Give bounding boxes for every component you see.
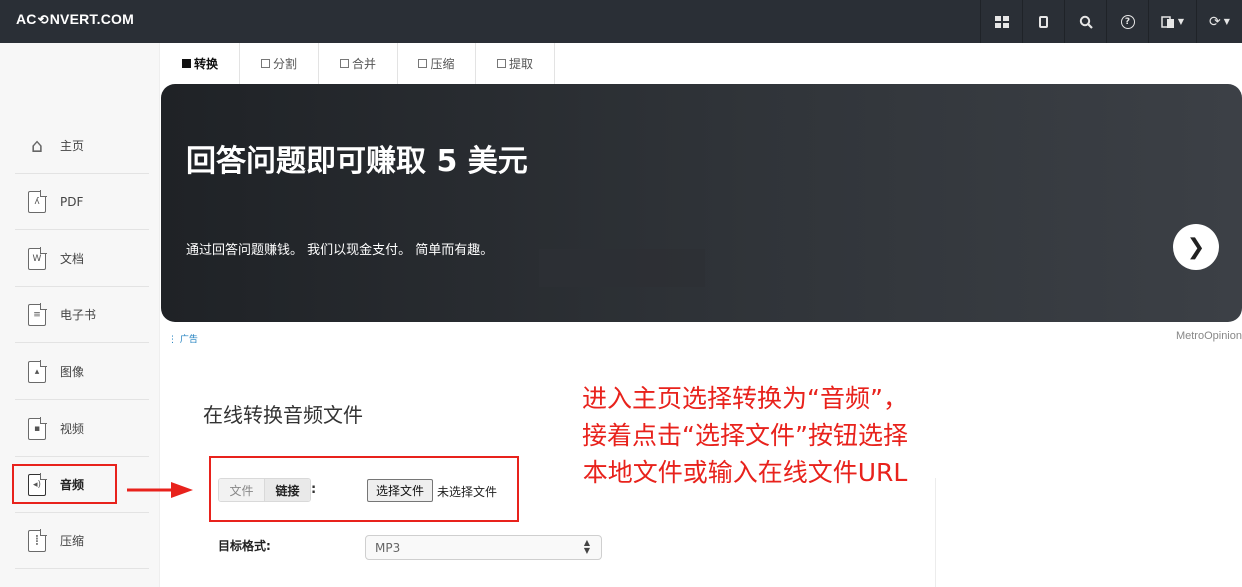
sidebar-item-label: 压缩 — [60, 534, 85, 548]
card-divider — [935, 478, 936, 587]
tab-split[interactable]: 分割 — [240, 43, 319, 84]
search-icon[interactable] — [1064, 0, 1106, 43]
annotation-line: 接着点击“选择文件”按钮选择 — [582, 421, 908, 450]
source-toggle: 文件 链接 — [218, 478, 311, 502]
image-icon: ▴ — [27, 360, 47, 383]
sidebar-item-video[interactable]: ▪ 视频 — [15, 401, 149, 457]
sidebar-item-label: PDF — [60, 194, 84, 209]
sidebar-item-label: 电子书 — [60, 308, 97, 322]
document-icon: W — [27, 247, 47, 270]
language-icon[interactable]: ▼ — [1148, 0, 1196, 43]
tab-label: 压缩 — [430, 57, 455, 71]
sidebar: ⌂ 主页 ʎ PDF W 文档 ≡ 电子书 ▴ 图像 ▪ 视频 ◂) 音频 ┋ … — [0, 43, 160, 587]
tab-label: 分割 — [272, 57, 297, 71]
refresh-icon[interactable]: ⟳ ▼ — [1196, 0, 1242, 43]
tab-label: 转换 — [193, 57, 218, 71]
instruction-annotation: 进入主页选择转换为“音频”， 接着点击“选择文件”按钮选择 本地文件或输入在线文… — [540, 380, 950, 491]
tab-merge[interactable]: 合并 — [319, 43, 398, 84]
logo-prefix: AC — [16, 11, 37, 27]
annotation-line: 本地文件或输入在线文件URL — [582, 458, 908, 487]
sidebar-item-label: 文档 — [60, 252, 85, 266]
arrow-right-icon — [127, 482, 193, 498]
help-icon[interactable]: ? — [1106, 0, 1148, 43]
sidebar-item-label: 主页 — [60, 139, 85, 153]
top-navbar: AC⟲NVERT.COM ? ▼ ⟳ ▼ — [0, 0, 1242, 43]
chevron-down-icon: ▼ — [1177, 17, 1185, 26]
checkbox-icon — [260, 59, 270, 68]
sidebar-item-pdf[interactable]: ʎ PDF — [15, 174, 149, 230]
logo-sync-icon: ⟲ — [37, 12, 49, 27]
tab-label: 合并 — [351, 57, 376, 71]
tab-extract[interactable]: 提取 — [476, 43, 555, 84]
choose-file-button[interactable]: 选择文件 — [367, 479, 433, 502]
source-tab-file[interactable]: 文件 — [219, 479, 264, 501]
ad-choices-icon: ⋮ — [168, 335, 180, 345]
source-tab-link[interactable]: 链接 — [264, 479, 310, 501]
tool-tabs: 转换 分割 合并 压缩 提取 — [161, 43, 555, 84]
audio-highlight-box — [12, 464, 117, 504]
archive-icon: ┋ — [27, 529, 47, 552]
target-format-label: 目标格式: — [218, 539, 271, 553]
ad-text: 通过回答问题赚钱。 我们以现金支付。 简单而有趣。 — [186, 243, 494, 258]
ad-brand[interactable]: MetroOpinion — [1176, 330, 1242, 342]
tablet-icon[interactable] — [1022, 0, 1064, 43]
tab-label: 提取 — [508, 57, 533, 71]
sidebar-item-archive[interactable]: ┋ 压缩 — [15, 513, 149, 569]
sidebar-item-image[interactable]: ▴ 图像 — [15, 344, 149, 400]
source-colon: : — [311, 482, 317, 497]
sidebar-item-label: 图像 — [60, 365, 85, 379]
checkbox-icon — [181, 59, 191, 68]
target-format-value: MP3 — [375, 540, 401, 555]
page-title: 在线转换音频文件 — [203, 403, 363, 427]
sidebar-item-ebook[interactable]: ≡ 电子书 — [15, 287, 149, 343]
home-icon: ⌂ — [30, 134, 44, 157]
annotation-line: 进入主页选择转换为“音频”， — [582, 384, 908, 413]
ad-banner[interactable]: 回答问题即可赚取 5 美元 通过回答问题赚钱。 我们以现金支付。 简单而有趣。 … — [161, 84, 1242, 322]
sidebar-item-home[interactable]: ⌂ 主页 — [15, 118, 149, 174]
target-format-select[interactable]: MP3 ▲ ▼ — [365, 535, 602, 560]
pdf-icon: ʎ — [27, 190, 47, 213]
ebook-icon: ≡ — [27, 303, 47, 326]
sidebar-item-label: 视频 — [60, 422, 85, 436]
logo-suffix: NVERT.COM — [49, 11, 134, 27]
chevron-down-icon: ▼ — [1223, 17, 1230, 26]
checkbox-icon — [418, 59, 428, 68]
tab-convert[interactable]: 转换 — [161, 43, 240, 84]
ad-title: 回答问题即可赚取 5 美元 — [186, 144, 528, 179]
checkbox-icon — [339, 59, 349, 68]
video-icon: ▪ — [27, 417, 47, 440]
select-arrows-icon: ▲ ▼ — [583, 538, 590, 555]
site-logo[interactable]: AC⟲NVERT.COM — [16, 11, 134, 28]
file-status-text: 未选择文件 — [437, 485, 498, 499]
ad-ghost-shape — [539, 249, 705, 287]
sidebar-item-document[interactable]: W 文档 — [15, 231, 149, 287]
checkbox-icon — [496, 59, 506, 68]
chevron-right-icon[interactable]: ❯ — [1173, 224, 1219, 270]
grid-icon[interactable] — [980, 0, 1022, 43]
tab-compress[interactable]: 压缩 — [398, 43, 476, 84]
ad-label[interactable]: ⋮ 广告 — [168, 332, 198, 345]
ad-label-text: 广告 — [179, 335, 198, 345]
